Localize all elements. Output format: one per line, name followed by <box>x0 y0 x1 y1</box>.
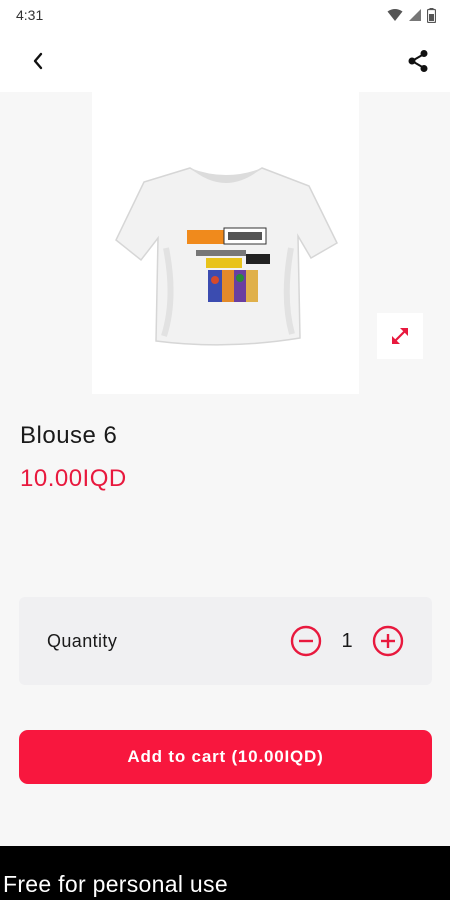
battery-icon <box>427 7 436 23</box>
increase-quantity-button[interactable] <box>372 625 404 657</box>
plus-circle-icon <box>372 625 404 657</box>
product-detail: Blouse 6 10.00IQD Quantity 1 Add to cart… <box>0 92 450 846</box>
watermark-text: Free for personal use <box>3 871 228 897</box>
status-bar: 4:31 <box>0 0 450 30</box>
signal-icon <box>409 9 421 21</box>
expand-image-button[interactable] <box>377 313 423 359</box>
expand-icon <box>392 328 408 344</box>
quantity-card: Quantity 1 <box>19 597 432 685</box>
back-button[interactable] <box>24 47 52 75</box>
app-bar <box>0 30 450 92</box>
product-price: 10.00IQD <box>20 465 127 492</box>
tshirt-image-icon <box>114 167 338 346</box>
watermark-bar: Free for personal use <box>0 846 450 900</box>
wifi-icon <box>387 9 403 21</box>
minus-circle-icon <box>290 625 322 657</box>
status-time: 4:31 <box>16 7 44 23</box>
chevron-left-icon <box>33 52 43 70</box>
quantity-label: Quantity <box>47 630 118 651</box>
product-name: Blouse 6 <box>20 422 118 449</box>
quantity-value: 1 <box>341 629 353 652</box>
share-icon <box>408 50 428 72</box>
share-button[interactable] <box>404 47 432 75</box>
product-image[interactable] <box>92 92 359 394</box>
status-icons <box>387 7 436 23</box>
quantity-stepper: 1 <box>290 625 404 657</box>
decrease-quantity-button[interactable] <box>290 625 322 657</box>
add-to-cart-button[interactable]: Add to cart (10.00IQD) <box>19 730 432 784</box>
